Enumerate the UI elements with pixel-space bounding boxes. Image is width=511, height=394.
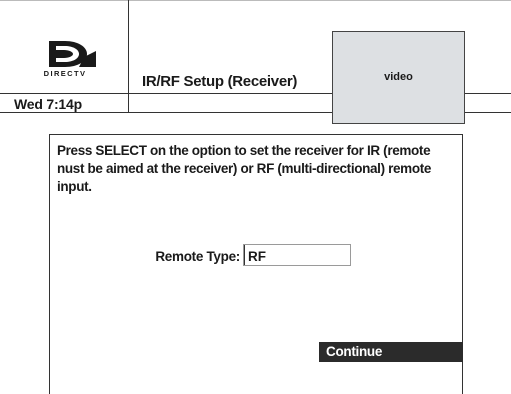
header-clock-divider [0,93,332,94]
header-bottom-divider-right [465,112,511,113]
instructions-text: Press SELECT on the option to set the re… [57,143,432,194]
header-logo-divider [128,0,129,112]
header-right-divider [465,93,511,94]
continue-button[interactable]: Continue [319,342,463,362]
header-bottom-divider [0,112,332,113]
remote-type-label: Remote Type: [155,249,240,264]
video-preview: video [332,31,465,124]
clock: Wed 7:14p [14,96,82,112]
page-title: IR/RF Setup (Receiver) [142,73,298,90]
directv-logo-icon [49,41,96,67]
brand-logo: DIRECTV [32,40,102,84]
remote-type-selector[interactable]: RF [243,244,351,266]
video-label: video [384,71,413,83]
brand-name: DIRECTV [43,69,87,78]
header-top-divider [0,0,511,1]
